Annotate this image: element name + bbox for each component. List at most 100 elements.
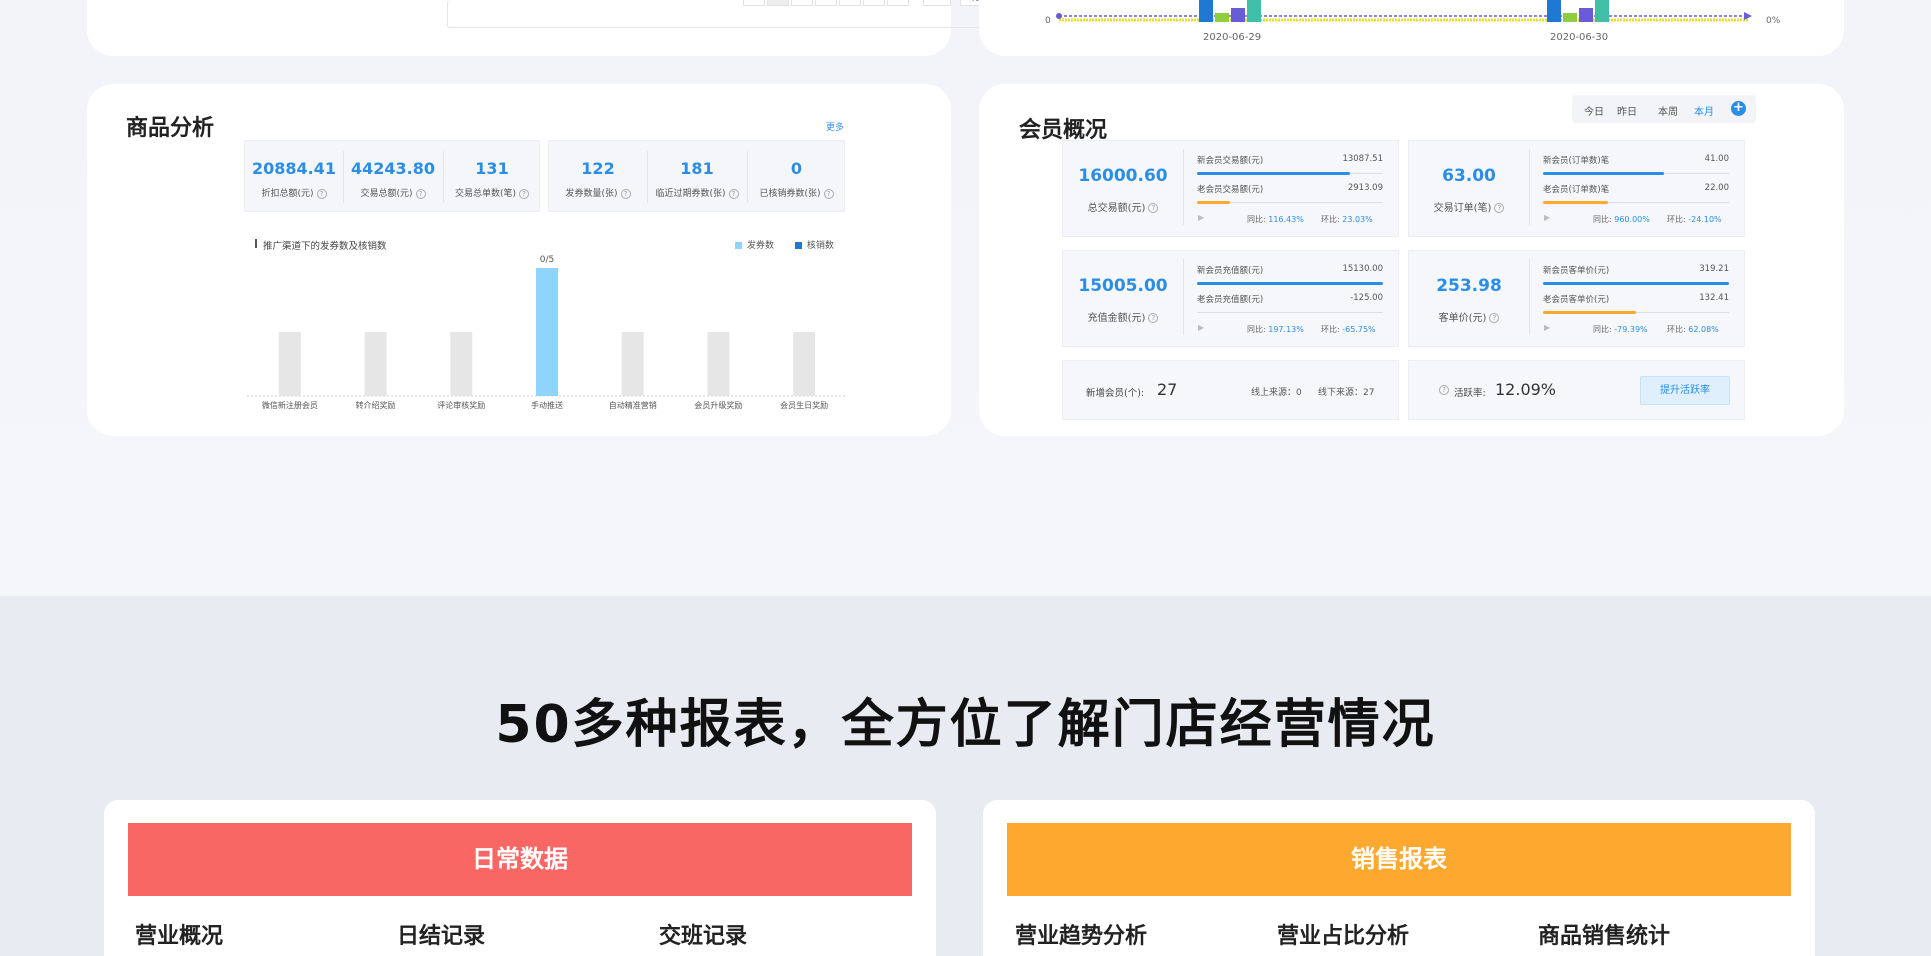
stat-label: 交易总单数(笔) — [454, 189, 517, 199]
legend-label-redeemed: 核销数 — [806, 241, 834, 251]
active-rate-box: ? 活跃率: 12.09% 提升活跃率 — [1408, 360, 1745, 420]
stat-value: 122 — [581, 159, 615, 178]
axis-point-start — [1056, 13, 1062, 19]
pager-page-3[interactable]: 3 — [815, 0, 837, 6]
report-item[interactable]: 营业占比分析 — [1277, 918, 1409, 950]
bar-green-0629 — [1215, 13, 1229, 22]
report-card-header: 销售报表 — [1007, 823, 1791, 896]
yoy-value: 116.43% — [1268, 215, 1304, 224]
new-member-bar — [1197, 172, 1350, 175]
mom-value: -65.75% — [1342, 325, 1376, 334]
chart-legend: 发券数 核销数 — [735, 238, 834, 251]
bar-green-0630 — [1563, 13, 1577, 22]
report-item[interactable]: 商品销售统计 — [1538, 918, 1670, 950]
pager-prev-button[interactable]: « — [743, 0, 765, 6]
stat-coupons-expiring: 181 临近过期券数(张)? — [647, 141, 747, 213]
old-member-track — [1197, 312, 1383, 313]
yoy-value: -79.39% — [1614, 325, 1648, 334]
stat-value: 131 — [475, 159, 509, 178]
yoy-compare: 同比: 960.00% — [1593, 214, 1650, 225]
help-icon[interactable]: ? — [1148, 203, 1159, 213]
tab-today[interactable]: 今日 — [1584, 103, 1604, 118]
help-icon[interactable]: ? — [1439, 385, 1449, 395]
coupon-stats-group: 122 发券数量(张)? 181 临近过期券数(张)? 0 已核销券数(张)? — [548, 140, 845, 212]
yoy-compare: 同比: 116.43% — [1247, 214, 1304, 225]
trade-stats-group: 20884.41 折扣总额(元)? 44243.80 交易总额(元)? 131 … — [244, 140, 540, 212]
more-link[interactable]: 更多 — [826, 120, 844, 133]
tab-this-week[interactable]: 本周 — [1658, 103, 1678, 118]
legend-swatch-redeemed — [794, 242, 802, 249]
bar-purple-0629 — [1231, 8, 1245, 22]
bar-data-label: 0/5 — [540, 255, 554, 265]
mom-compare: 环比: -24.10% — [1667, 214, 1722, 225]
bar-0 — [278, 332, 301, 396]
help-icon[interactable]: ? — [1489, 313, 1500, 323]
bar-2 — [450, 332, 473, 396]
stat-value: 181 — [680, 159, 714, 178]
report-item[interactable]: 交班记录 — [659, 918, 747, 950]
stat-label-wrap: 交易总单数(笔)? — [443, 186, 541, 199]
boost-active-button[interactable]: 提升活跃率 — [1640, 376, 1730, 405]
metric-label: 充值金额(元) — [1087, 313, 1146, 324]
old-member-value: 22.00 — [1704, 183, 1729, 193]
help-icon[interactable]: ? — [823, 188, 834, 199]
help-icon[interactable]: ? — [1148, 313, 1159, 323]
help-icon[interactable]: ? — [728, 188, 739, 199]
date-label-0629: 2020-06-29 — [1203, 32, 1261, 43]
pager-page-1[interactable]: 1 — [767, 0, 789, 6]
metric-label: 客单价(元) — [1438, 313, 1487, 324]
channel-bar-chart: 微信新注册会员 转介绍奖励 评论审核奖励 手动推送 0/5 自动精准营销 会员升级奖励 会员生… — [247, 255, 847, 410]
date-label-0630: 2020-06-30 — [1550, 32, 1608, 43]
chart-title: 推广渠道下的发券数及核销数 — [263, 241, 387, 252]
old-member-value: 132.41 — [1699, 293, 1729, 303]
new-member-bar — [1543, 172, 1664, 175]
mom-value: 62.08% — [1688, 325, 1719, 334]
x-tick-label: 评论审核奖励 — [437, 400, 485, 410]
help-icon[interactable]: ? — [415, 188, 426, 199]
member-metric-box-recharge: 15005.00 充值金额(元)? 新会员充值额(元) 15130.00 老会员充值额(… — [1062, 250, 1399, 347]
play-icon: ▶ — [1198, 323, 1205, 332]
metric-label: 交易订单(笔) — [1433, 203, 1492, 214]
divider — [1529, 259, 1530, 335]
bar-teal-0629 — [1247, 0, 1261, 22]
x-tick-label: 自动精准营销 — [609, 400, 657, 410]
pagination-bar: « 1 2 3 4 5 » 跳转 — [447, 0, 1015, 28]
divider — [1183, 259, 1184, 335]
pager-next-button[interactable]: » — [887, 0, 909, 6]
old-member-label: 老会员充值额(元) — [1197, 295, 1264, 305]
add-icon[interactable]: + — [1731, 101, 1746, 116]
tab-this-month[interactable]: 本月 — [1694, 103, 1714, 118]
old-member-label: 老会员(订单数)笔 — [1543, 185, 1610, 195]
pager-page-4[interactable]: 4 — [839, 0, 861, 6]
member-metric-box-total-trade: 16000.60 总交易额(元)? 新会员交易额(元) 13087.51 老会员交易额(… — [1062, 140, 1399, 237]
x-tick-label: 会员升级奖励 — [694, 400, 742, 410]
play-icon: ▶ — [1544, 213, 1551, 222]
stat-order-count: 131 交易总单数(笔)? — [443, 141, 541, 213]
report-item[interactable]: 营业概况 — [135, 918, 223, 950]
divider — [1529, 149, 1530, 225]
yoy-value: 960.00% — [1614, 215, 1650, 224]
pager-page-2[interactable]: 2 — [791, 0, 813, 6]
report-card-sales: 销售报表 营业趋势分析 营业占比分析 商品销售统计 — [983, 800, 1815, 956]
yoy-label: 同比: — [1247, 215, 1266, 224]
bar-3 — [536, 268, 558, 396]
help-icon[interactable]: ? — [620, 188, 631, 199]
help-icon[interactable]: ? — [316, 188, 327, 199]
stat-value: 20884.41 — [251, 159, 336, 178]
old-member-bar — [1543, 311, 1636, 314]
yoy-value: 197.13% — [1268, 325, 1304, 334]
help-icon[interactable]: ? — [1494, 203, 1505, 213]
stat-value: 44243.80 — [350, 159, 435, 178]
pager-page-5[interactable]: 5 — [863, 0, 885, 6]
stat-label: 交易总额(元) — [360, 189, 413, 199]
tab-yesterday[interactable]: 昨日 — [1617, 103, 1637, 118]
report-card-daily: 日常数据 营业概况 日结记录 交班记录 — [104, 800, 936, 956]
old-member-value: 2913.09 — [1347, 183, 1383, 193]
stat-coupons-redeemed: 0 已核销券数(张)? — [747, 141, 846, 213]
report-item[interactable]: 日结记录 — [397, 918, 485, 950]
pager-jump-input[interactable] — [923, 0, 951, 6]
report-item[interactable]: 营业趋势分析 — [1015, 918, 1147, 950]
online-source: 线上来源：0 — [1251, 388, 1302, 398]
help-icon[interactable]: ? — [519, 188, 530, 199]
trend-chart-card: 0 0% 2020-06-29 2020-06-30 — [979, 0, 1844, 56]
